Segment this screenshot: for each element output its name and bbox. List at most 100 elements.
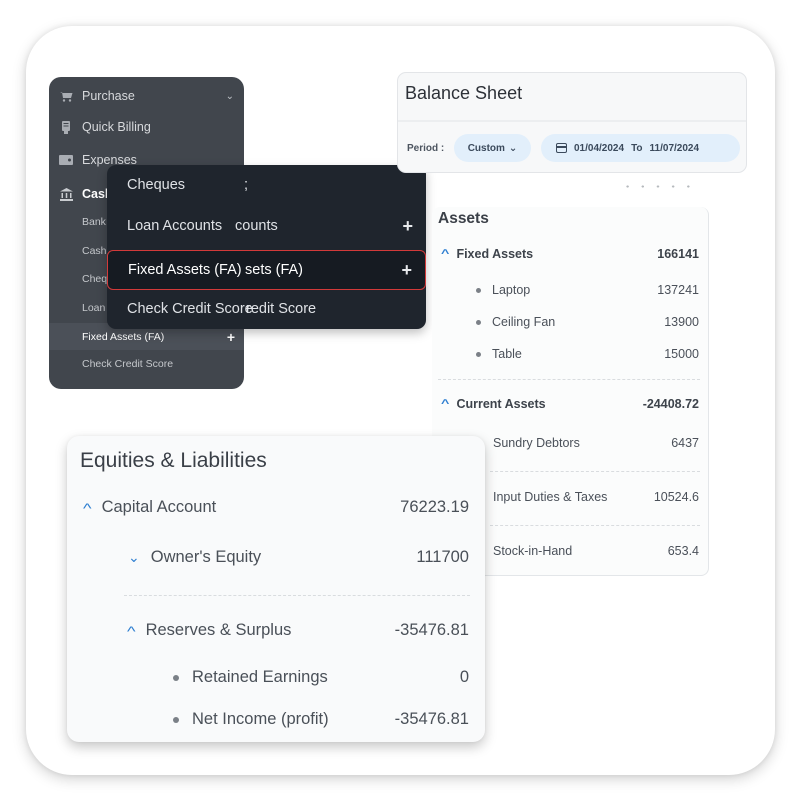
calendar-icon — [556, 143, 567, 153]
row-label: Table — [492, 347, 522, 361]
row-label: Owner's Equity — [150, 548, 262, 566]
reserves-item-row: Retained Earnings 0 — [173, 668, 469, 687]
chevron-down-icon[interactable]: ⌄ — [226, 91, 234, 102]
divider — [398, 120, 746, 122]
reserves-item-row: Net Income (profit) -35476.81 — [173, 710, 469, 729]
fixed-assets-row[interactable]: ^ Fixed Assets 166141 — [441, 247, 699, 261]
chevron-up-icon[interactable]: ^ — [127, 623, 136, 639]
capital-account-row[interactable]: ^ Capital Account 76223.19 — [83, 498, 469, 517]
row-value: -35476.81 — [394, 710, 469, 728]
owners-equity-row[interactable]: ⌄ Owner's Equity 111700 — [128, 548, 469, 567]
sidebar-item-purchase[interactable]: Purchase ⌄ — [49, 84, 244, 108]
menu-item-label: Loan Accounts — [127, 218, 223, 234]
menu-item-label: Check Credit Score — [127, 301, 253, 317]
sidebar-subitem-bank[interactable]: Bank — [82, 216, 106, 228]
sidebar-subitem-cash[interactable]: Cash — [82, 245, 107, 257]
row-value: 13900 — [664, 315, 699, 329]
chevron-down-icon[interactable]: ⌄ — [128, 549, 140, 566]
sidebar-item-quick-billing[interactable]: Quick Billing — [49, 115, 244, 139]
row-label: Fixed Assets — [456, 247, 534, 261]
date-separator: To — [631, 142, 643, 154]
cart-icon — [59, 89, 73, 103]
period-label: Period : — [407, 143, 445, 154]
divider — [438, 379, 700, 380]
current-assets-row[interactable]: ^ Current Assets -24408.72 — [441, 397, 699, 411]
decorative-dot-grid — [620, 180, 700, 198]
bank-icon — [59, 187, 73, 201]
row-value: 653.4 — [667, 544, 699, 558]
row-label: Ceiling Fan — [492, 315, 556, 329]
chevron-down-icon: ⌄ — [508, 142, 518, 154]
chevron-up-icon[interactable]: ^ — [441, 248, 449, 260]
row-label: Current Assets — [456, 397, 546, 411]
plus-icon[interactable]: + — [402, 216, 413, 237]
plus-icon[interactable]: + — [401, 260, 412, 281]
bullet-icon — [476, 287, 481, 293]
row-value: 111700 — [416, 548, 469, 566]
row-label: Capital Account — [101, 498, 217, 516]
row-value: 76223.19 — [400, 498, 469, 516]
row-value: -35476.81 — [394, 621, 469, 639]
bullet-icon — [476, 351, 481, 357]
equities-liabilities-card: Equities & Liabilities ^ Capital Account… — [67, 436, 485, 742]
asset-item-row: Table 15000 — [476, 347, 699, 361]
equities-title: Equities & Liabilities — [80, 449, 267, 472]
menu-item-loan-accounts[interactable]: Loan Accounts counts + — [107, 207, 426, 245]
asset-item-row: Laptop 137241 — [476, 283, 699, 297]
zoomed-menu-popover: Cheques ; Loan Accounts counts + Fixed A… — [107, 165, 426, 329]
date-range-picker[interactable]: 01/04/2024 To 11/07/2024 — [541, 134, 740, 162]
date-from: 01/04/2024 — [574, 142, 625, 154]
row-value: 0 — [459, 668, 469, 686]
menu-item-ghost-text: counts — [235, 218, 278, 234]
row-label: Reserves & Surplus — [145, 621, 292, 639]
assets-title: Assets — [438, 210, 489, 227]
receipt-icon — [59, 120, 73, 134]
asset-item-row: Ceiling Fan 13900 — [476, 315, 699, 329]
menu-item-fixed-assets[interactable]: Fixed Assets (FA) sets (FA) + — [107, 250, 426, 290]
date-to: 11/07/2024 — [649, 142, 700, 154]
row-label: Stock-in-Hand — [493, 544, 573, 558]
asset-item-row[interactable]: Input Duties & Taxes 10524.6 — [493, 490, 699, 504]
sidebar-subitem-loan[interactable]: Loan — [82, 302, 105, 314]
divider — [490, 525, 700, 526]
chevron-up-icon[interactable]: ^ — [83, 500, 92, 516]
menu-item-ghost-text: ; — [244, 177, 249, 193]
menu-item-ghost-text: sets (FA) — [245, 262, 304, 278]
balance-sheet-header: Balance Sheet Period : Custom ⌄ 01/04/20… — [397, 72, 747, 173]
period-select-value: Custom — [467, 142, 505, 154]
bullet-icon — [173, 674, 179, 681]
row-value: 137241 — [657, 283, 699, 297]
page-title: Balance Sheet — [405, 83, 523, 103]
bullet-icon — [476, 319, 481, 325]
menu-item-label: Fixed Assets (FA) — [128, 262, 242, 278]
asset-item-row[interactable]: Sundry Debtors 6437 — [493, 436, 699, 450]
menu-item-check-credit-score[interactable]: Check Credit Score redit Score — [107, 290, 426, 328]
period-select[interactable]: Custom ⌄ — [454, 134, 531, 162]
sidebar-subitem-cheques[interactable]: Cheq — [82, 273, 107, 285]
row-label: Laptop — [492, 283, 531, 297]
sidebar-subitem-check-credit-score[interactable]: Check Credit Score — [82, 358, 173, 370]
divider — [124, 595, 470, 596]
bullet-icon — [173, 716, 179, 723]
menu-item-cheques[interactable]: Cheques ; — [107, 166, 426, 204]
menu-item-label: Cheques — [127, 177, 186, 193]
row-value: 10524.6 — [653, 490, 699, 504]
asset-item-row[interactable]: Stock-in-Hand 653.4 — [493, 544, 699, 558]
sidebar-item-label: Purchase — [82, 89, 135, 103]
reserves-surplus-row[interactable]: ^ Reserves & Surplus -35476.81 — [127, 621, 469, 640]
divider — [490, 471, 700, 472]
row-label: Input Duties & Taxes — [493, 490, 608, 504]
row-label: Sundry Debtors — [493, 436, 580, 450]
sidebar-subitem-label: Fixed Assets (FA) — [82, 330, 165, 343]
menu-item-ghost-text: redit Score — [246, 301, 317, 317]
row-value: -24408.72 — [642, 397, 699, 411]
wallet-icon — [59, 153, 73, 167]
row-value: 6437 — [671, 436, 699, 450]
row-label: Net Income (profit) — [192, 710, 329, 728]
plus-icon[interactable]: + — [227, 329, 235, 345]
sidebar-item-label: Quick Billing — [82, 120, 151, 134]
row-value: 166141 — [657, 247, 699, 261]
chevron-up-icon[interactable]: ^ — [441, 398, 449, 410]
row-value: 15000 — [664, 347, 699, 361]
row-label: Retained Earnings — [192, 668, 328, 686]
